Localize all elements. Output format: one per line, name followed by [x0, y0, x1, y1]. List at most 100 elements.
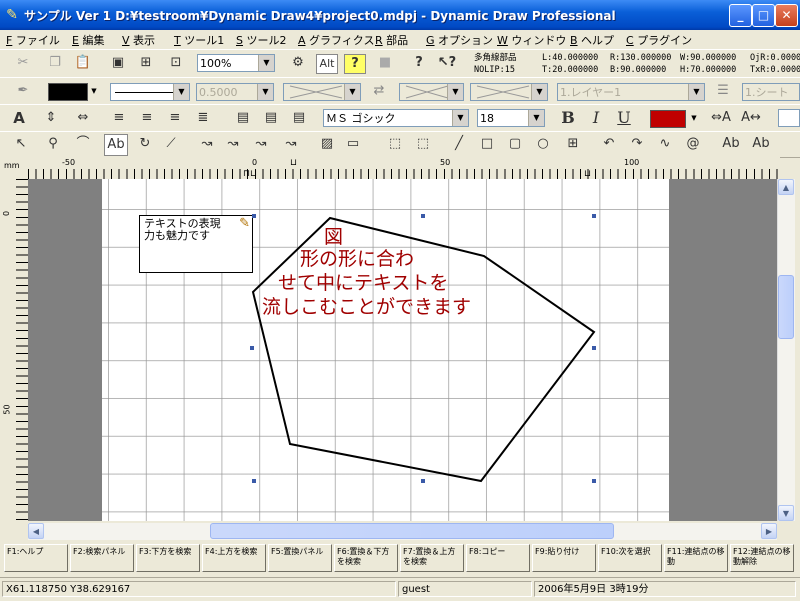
- image-icon[interactable]: ▨: [316, 133, 338, 155]
- menu-view[interactable]: V 表示: [122, 32, 155, 48]
- page-icon[interactable]: ▭: [342, 133, 364, 155]
- text-color-swatch[interactable]: [650, 110, 686, 128]
- drawing-canvas[interactable]: テキストの表現力も魅力です ✎ 図 形の形に合わ せて中にテキストを 流しこむこ…: [28, 179, 777, 521]
- valign-middle-icon[interactable]: ▤: [260, 107, 282, 129]
- fkey-f12[interactable]: F12:連結点の移動解除: [730, 544, 794, 572]
- fkey-f11[interactable]: F11:連結点の移動: [664, 544, 728, 572]
- char-spacing-icon[interactable]: ⇔A: [710, 107, 732, 129]
- rotate-icon[interactable]: ↻: [134, 133, 156, 155]
- align-center-icon[interactable]: ≡: [136, 107, 158, 129]
- rounded-rect-icon[interactable]: ▢: [504, 133, 526, 155]
- selection-handle[interactable]: [250, 346, 254, 350]
- underline-button[interactable]: U: [613, 107, 635, 129]
- line-width-select[interactable]: 0.5000 ▼: [196, 83, 274, 101]
- menu-help[interactable]: B ヘルプ: [570, 32, 614, 48]
- title-bar[interactable]: ✎ サンプル Ver 1 D:¥testroom¥Dynamic Draw4¥p…: [0, 0, 800, 30]
- node-add-icon[interactable]: ↝: [222, 133, 244, 155]
- chevron-down-icon[interactable]: ▼: [688, 84, 704, 100]
- help-icon[interactable]: ?: [408, 52, 430, 74]
- scroll-left-icon[interactable]: ◀: [28, 523, 44, 539]
- fkey-f8[interactable]: F8:コピー: [466, 544, 530, 572]
- align-justify-icon[interactable]: ≣: [192, 107, 214, 129]
- minimize-button[interactable]: _: [729, 4, 752, 27]
- menu-plugin[interactable]: C プラグイン: [626, 32, 692, 48]
- align-left-icon[interactable]: ≡: [108, 107, 130, 129]
- vertical-scroll-thumb[interactable]: [778, 275, 794, 339]
- selection-handle[interactable]: [421, 214, 425, 218]
- line-color-swatch[interactable]: [48, 83, 88, 101]
- swap-arrows-icon[interactable]: ⇄: [368, 80, 390, 102]
- select-object-icon[interactable]: ⬚: [412, 133, 434, 155]
- tooltip-help-button[interactable]: ?: [344, 54, 366, 74]
- selection-handle[interactable]: [592, 479, 596, 483]
- line-tool-icon[interactable]: ╱: [448, 133, 470, 155]
- text-edit-icon[interactable]: Ab: [104, 134, 128, 156]
- chevron-down-icon[interactable]: ▼: [88, 83, 100, 99]
- connector-icon[interactable]: ⟋: [160, 133, 182, 155]
- horizontal-scroll-thumb[interactable]: [210, 523, 614, 539]
- align-right-icon[interactable]: ≡: [164, 107, 186, 129]
- fkey-f4[interactable]: F4:上方を検索: [202, 544, 266, 572]
- chevron-down-icon[interactable]: ▼: [531, 84, 547, 100]
- scroll-down-icon[interactable]: ▼: [778, 505, 794, 521]
- node-edit-icon[interactable]: ↝: [196, 133, 218, 155]
- rectangle-icon[interactable]: □: [476, 133, 498, 155]
- char-scale-icon[interactable]: A↔: [740, 107, 762, 129]
- layer-list-icon[interactable]: ☰: [712, 80, 734, 102]
- context-help-icon[interactable]: ↖?: [436, 52, 458, 74]
- italic-button[interactable]: I: [585, 107, 607, 129]
- line-end-select[interactable]: ▼: [470, 83, 548, 101]
- polyline-icon[interactable]: ↷: [626, 133, 648, 155]
- gray-square-icon[interactable]: ■: [374, 52, 396, 74]
- fkey-f3[interactable]: F3:下方を検索: [136, 544, 200, 572]
- bold-button[interactable]: B: [557, 107, 579, 129]
- horizontal-scrollbar[interactable]: ◀ ▶: [28, 523, 777, 540]
- fkey-f9[interactable]: F9:貼り付け: [532, 544, 596, 572]
- fkey-f6[interactable]: F6:置換＆下方を検索: [334, 544, 398, 572]
- indent-marker-icon[interactable]: ⊓⊔: [243, 169, 257, 179]
- select-area-icon[interactable]: ⬚: [384, 133, 406, 155]
- zoom-icon[interactable]: ⚲: [42, 133, 64, 155]
- sheet-select[interactable]: 1.シート: [742, 83, 800, 101]
- polygon-shape[interactable]: [28, 179, 777, 521]
- bezier-icon[interactable]: ⌒: [72, 133, 94, 155]
- line-middle-select[interactable]: ▼: [399, 83, 464, 101]
- selection-handle[interactable]: [252, 479, 256, 483]
- layer-select[interactable]: 1.レイヤー1 ▼: [557, 83, 705, 101]
- fkey-f2[interactable]: F2:検索パネル: [70, 544, 134, 572]
- font-select[interactable]: ＭＳ ゴシック ▼: [323, 109, 469, 127]
- menu-graphics[interactable]: A グラフィクス: [298, 32, 374, 48]
- freehand-icon[interactable]: ∿: [654, 133, 676, 155]
- table-icon[interactable]: ⊞: [562, 133, 584, 155]
- pen-icon[interactable]: ✒: [12, 80, 34, 102]
- menu-edit[interactable]: E 編集: [72, 32, 104, 48]
- chevron-down-icon[interactable]: ▼: [344, 84, 360, 100]
- chevron-down-icon[interactable]: ▼: [258, 55, 274, 71]
- fit-width-icon[interactable]: ⊞: [135, 52, 157, 74]
- ellipse-icon[interactable]: ○: [532, 133, 554, 155]
- chevron-down-icon[interactable]: ▼: [447, 84, 463, 100]
- extra-select[interactable]: [778, 109, 800, 127]
- vertical-ruler[interactable]: 0 50: [0, 179, 29, 521]
- paste-icon[interactable]: 📋: [72, 52, 94, 74]
- chevron-down-icon[interactable]: ▼: [452, 110, 468, 126]
- vertical-scrollbar[interactable]: ▲ ▼: [777, 179, 795, 521]
- node-smooth-icon[interactable]: ↝: [280, 133, 302, 155]
- line-start-select[interactable]: ▼: [283, 83, 361, 101]
- fkey-f7[interactable]: F7:置換＆上方を検索: [400, 544, 464, 572]
- maximize-button[interactable]: □: [752, 4, 775, 27]
- menu-parts[interactable]: R 部品: [375, 32, 408, 48]
- horizontal-ruler[interactable]: -50 0 50 100 ⊓⊔ ⊔ ⊔: [28, 157, 780, 180]
- text-label-icon[interactable]: Ab: [750, 133, 772, 155]
- zoom-select[interactable]: 100% ▼: [197, 54, 275, 72]
- spiral-icon[interactable]: @: [682, 133, 704, 155]
- close-button[interactable]: ✕: [775, 4, 798, 27]
- text-fit-icon[interactable]: ⇔: [72, 107, 94, 129]
- alt-button[interactable]: Alt: [316, 54, 338, 74]
- valign-bottom-icon[interactable]: ▤: [288, 107, 310, 129]
- chevron-down-icon[interactable]: ▼: [688, 110, 700, 126]
- arc-icon[interactable]: ↶: [598, 133, 620, 155]
- valign-top-icon[interactable]: ▤: [232, 107, 254, 129]
- pointer-icon[interactable]: ↖: [10, 133, 32, 155]
- selection-handle[interactable]: [252, 214, 256, 218]
